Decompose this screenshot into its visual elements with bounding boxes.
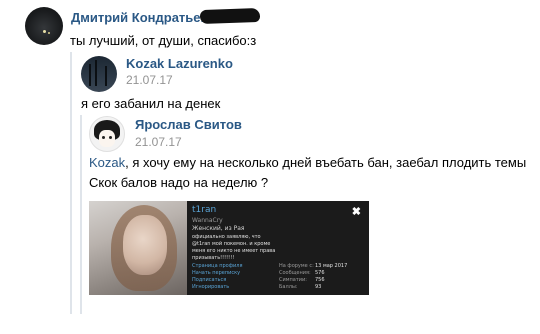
profile-stat-value: 13 мар 2017	[315, 263, 348, 269]
profile-link[interactable]: Игнорировать	[192, 284, 229, 290]
redacted-mark	[199, 7, 261, 25]
profile-status: WannaCry	[192, 217, 223, 224]
profile-stat-label: Симпатии:	[279, 277, 307, 283]
avatar[interactable]	[25, 7, 63, 45]
profile-stat-value: 756	[315, 277, 325, 283]
thread-line	[70, 52, 72, 314]
profile-bio-line: меня его никто не имеет права	[192, 248, 276, 254]
comment-text-line2: Скок балов надо на неделю ?	[89, 175, 269, 190]
profile-stat-value: 576	[315, 270, 325, 276]
profile-gender: Женский, из Рая	[192, 225, 245, 232]
comment-date[interactable]: 21.07.17	[135, 135, 182, 149]
mention-link[interactable]: Kozak	[89, 155, 125, 170]
profile-bio-line: призывать!!!!!!!	[192, 255, 235, 261]
thread-line	[80, 115, 82, 314]
profile-stat-label: Сообщения:	[279, 270, 311, 276]
comment-text: ты лучший, от души, спасибо:з	[70, 33, 257, 48]
comment-author[interactable]: Ярослав Свитов	[135, 117, 242, 132]
profile-link[interactable]: Подписаться	[192, 277, 226, 283]
profile-stat-value: 93	[315, 284, 322, 290]
profile-link[interactable]: Начать переписку	[192, 270, 240, 276]
avatar[interactable]	[89, 116, 125, 152]
profile-link[interactable]: Страница профиля	[192, 263, 242, 269]
comment-text-line1: , я хочу ему на несколько дней въебать б…	[125, 155, 527, 170]
profile-photo	[89, 201, 187, 295]
profile-stat-label: Баллы:	[279, 284, 298, 290]
profile-bio-line: @t1ran мой покемон. и кроме	[192, 241, 271, 247]
close-icon[interactable]: ✖	[352, 205, 361, 218]
comment-text: Kozak, я хочу ему на несколько дней въеб…	[89, 155, 526, 170]
profile-card-image[interactable]: t1ran WannaCry Женский, из Рая официальн…	[89, 201, 369, 295]
avatar[interactable]	[81, 56, 117, 92]
comment-date[interactable]: 21.07.17	[126, 73, 173, 87]
profile-username: t1ran	[192, 205, 217, 215]
comment-text: я его забанил на денек	[81, 96, 221, 111]
comment-author[interactable]: Дмитрий Кондратьев	[71, 10, 209, 25]
profile-bio-line: официально заявляю, что	[192, 234, 261, 240]
profile-stat-label: На форуме с:	[279, 263, 314, 269]
comment-author[interactable]: Kozak Lazurenko	[126, 56, 233, 71]
